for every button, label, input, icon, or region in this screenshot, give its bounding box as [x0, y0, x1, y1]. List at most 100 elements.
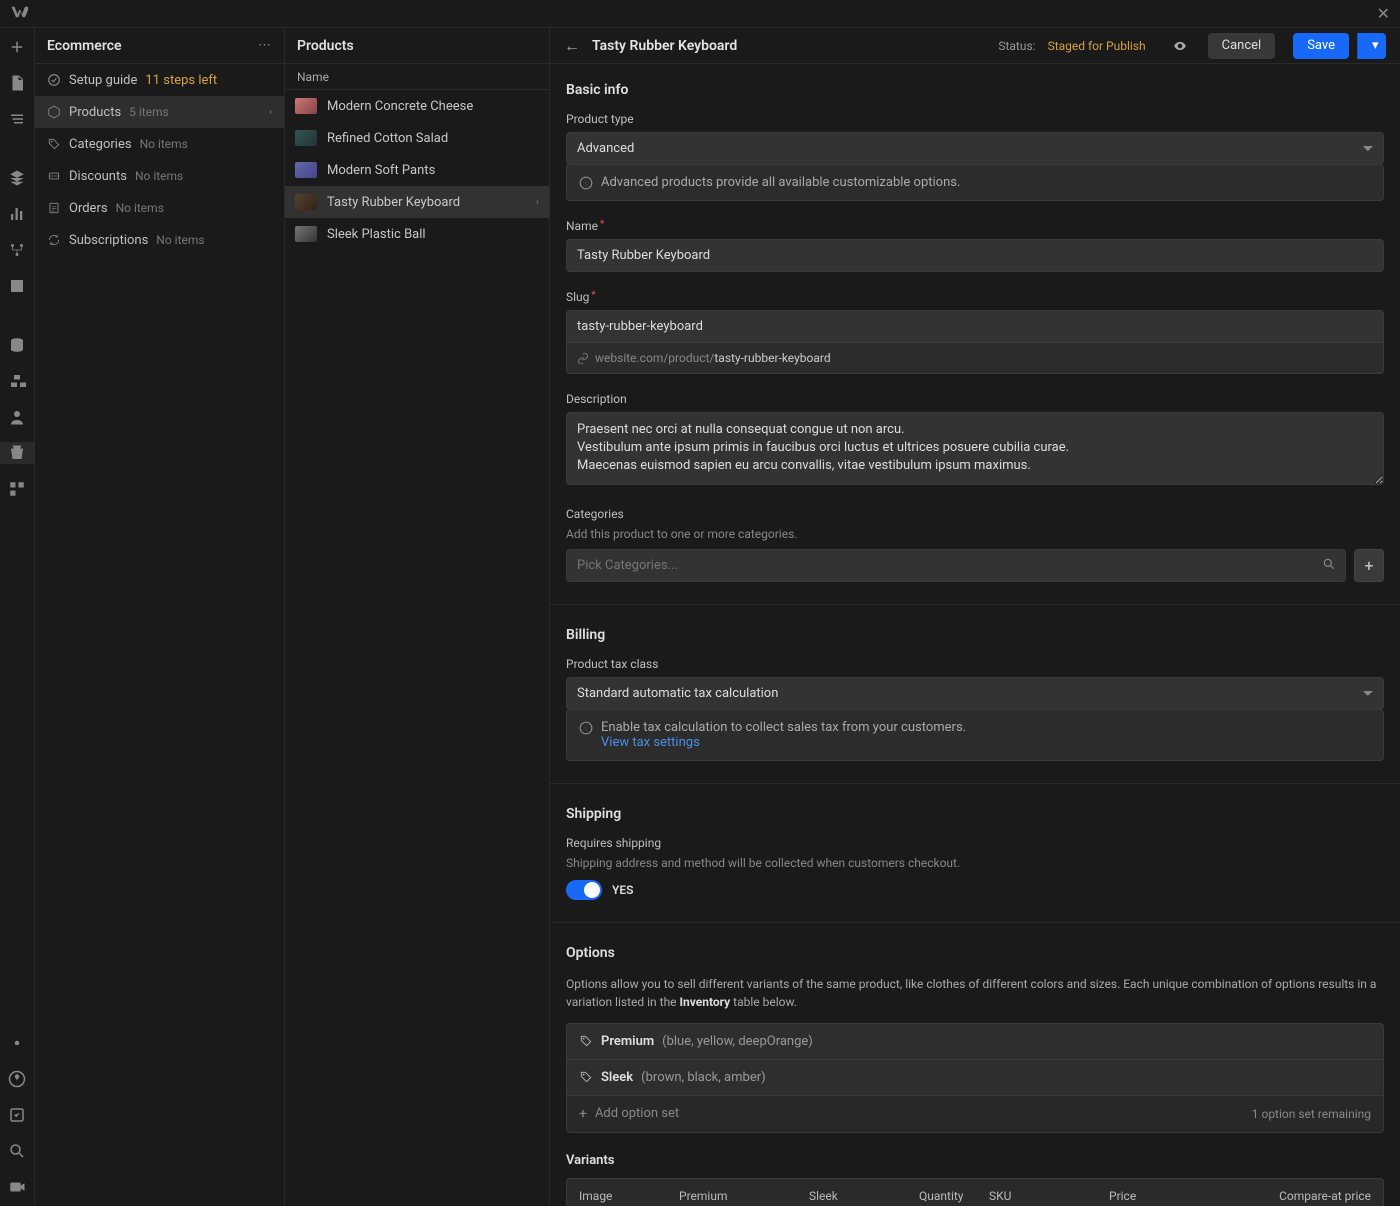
toggle-state-label: YES — [612, 883, 633, 897]
sidebar-title: Ecommerce — [47, 38, 122, 54]
product-type-info: Advanced products provide all available … — [566, 164, 1384, 201]
section-options: Options — [566, 945, 1384, 961]
sidebar-item-categories[interactable]: Categories No items — [35, 128, 284, 160]
product-type-select[interactable]: Advanced — [566, 132, 1384, 165]
visibility-icon[interactable] — [1172, 39, 1188, 53]
sidebar-item-setup-guide[interactable]: Setup guide 11 steps left — [35, 64, 284, 96]
product-item[interactable]: Modern Soft Pants — [285, 154, 549, 186]
categories-label: Categories — [566, 507, 1384, 521]
variants-header-price: Price — [1109, 1189, 1231, 1203]
rail-add-icon[interactable] — [0, 36, 34, 58]
sidebar-item-subscriptions[interactable]: Subscriptions No items — [35, 224, 284, 256]
variants-header-compare: Compare-at price — [1231, 1189, 1371, 1203]
slug-input[interactable] — [566, 310, 1384, 343]
product-detail-panel: ← Tasty Rubber Keyboard Status: Staged f… — [550, 28, 1400, 1206]
plus-icon: + — [579, 1106, 587, 1122]
back-arrow-icon[interactable]: ← — [564, 36, 580, 56]
rail-video-icon[interactable] — [0, 1176, 34, 1198]
categories-hint: Add this product to one or more categori… — [566, 527, 1384, 541]
add-option-set-button[interactable]: + Add option set 1 option set remaining — [566, 1096, 1384, 1133]
rail-help-icon[interactable] — [0, 1068, 34, 1090]
rail-components-icon[interactable] — [0, 370, 34, 392]
sidebar-item-orders[interactable]: Orders No items — [35, 192, 284, 224]
option-set-values: (blue, yellow, deepOrange) — [662, 1034, 813, 1049]
rail-cms-icon[interactable] — [0, 167, 34, 189]
nav-rail — [0, 28, 35, 1206]
section-shipping: Shipping — [566, 806, 1384, 822]
products-title: Products — [285, 28, 549, 64]
tax-class-select[interactable]: Standard automatic tax calculation — [566, 677, 1384, 710]
detail-title: Tasty Rubber Keyboard — [592, 38, 986, 54]
variants-header-row: Image Premium Sleek Quantity SKU Price C… — [566, 1178, 1384, 1206]
rail-settings-icon[interactable] — [0, 1032, 34, 1054]
close-icon[interactable]: ✕ — [1377, 4, 1390, 23]
sidebar-item-discounts[interactable]: Discounts No items — [35, 160, 284, 192]
section-variants: Variants — [566, 1153, 1384, 1168]
sidebar-item-count: No items — [116, 201, 164, 215]
description-textarea[interactable] — [566, 412, 1384, 485]
tax-class-label: Product tax class — [566, 657, 1384, 671]
rail-analytics-icon[interactable] — [0, 203, 34, 225]
requires-shipping-label: Requires shipping — [566, 836, 1384, 850]
product-thumb — [295, 194, 317, 210]
sidebar-item-products[interactable]: Products 5 items › — [35, 96, 284, 128]
sidebar-item-suffix: 11 steps left — [145, 73, 217, 88]
webflow-logo-icon[interactable] — [10, 3, 28, 25]
rail-users-icon[interactable] — [0, 406, 34, 428]
add-category-button[interactable]: + — [1354, 549, 1384, 582]
option-set-name: Sleek — [601, 1070, 633, 1085]
sidebar-item-count: No items — [135, 169, 183, 183]
view-tax-settings-link[interactable]: View tax settings — [601, 735, 700, 750]
product-thumb — [295, 226, 317, 242]
sidebar-item-count: No items — [156, 233, 204, 247]
tag-icon — [579, 1034, 593, 1048]
option-set-values: (brown, black, amber) — [641, 1070, 765, 1085]
rail-search-icon[interactable] — [0, 1140, 34, 1162]
chevron-right-icon: › — [536, 197, 539, 208]
save-dropdown-button[interactable]: ▾ — [1357, 33, 1386, 59]
search-icon — [1322, 557, 1336, 571]
product-thumb — [295, 98, 317, 114]
rail-apps-icon[interactable] — [0, 478, 34, 500]
product-item[interactable]: Modern Concrete Cheese — [285, 90, 549, 122]
product-thumb — [295, 130, 317, 146]
requires-shipping-toggle[interactable] — [566, 880, 602, 900]
products-column: Products Name Modern Concrete Cheese Ref… — [285, 28, 550, 1206]
product-thumb — [295, 162, 317, 178]
save-button[interactable]: Save — [1293, 33, 1349, 59]
products-column-header: Name — [285, 64, 549, 90]
sidebar-item-label: Subscriptions — [69, 233, 148, 248]
sidebar-item-count: No items — [140, 137, 188, 151]
status-value[interactable]: Staged for Publish — [1048, 39, 1146, 53]
rail-navigator-icon[interactable] — [0, 108, 34, 130]
status-label: Status: — [998, 39, 1035, 53]
rail-pages-icon[interactable] — [0, 72, 34, 94]
rail-assets-icon[interactable] — [0, 275, 34, 297]
variants-header-image: Image — [579, 1189, 679, 1203]
rail-ecommerce-icon[interactable] — [0, 442, 34, 464]
rail-audit-icon[interactable] — [0, 1104, 34, 1126]
product-item[interactable]: Refined Cotton Salad — [285, 122, 549, 154]
option-set-row[interactable]: Premium (blue, yellow, deepOrange) — [566, 1023, 1384, 1060]
product-item-label: Sleek Plastic Ball — [327, 227, 426, 242]
cancel-button[interactable]: Cancel — [1208, 33, 1276, 59]
options-description: Options allow you to sell different vari… — [566, 975, 1384, 1011]
section-billing: Billing — [566, 627, 1384, 643]
requires-shipping-hint: Shipping address and method will be coll… — [566, 856, 1384, 870]
sidebar-item-label: Categories — [69, 137, 132, 152]
sidebar-item-label: Orders — [69, 201, 108, 216]
rail-logic-icon[interactable] — [0, 239, 34, 261]
rail-database-icon[interactable] — [0, 334, 34, 356]
name-input[interactable] — [566, 239, 1384, 272]
ecommerce-sidebar: Ecommerce ⋯ Setup guide 11 steps left Pr… — [35, 28, 285, 1206]
option-set-row[interactable]: Sleek (brown, black, amber) — [566, 1060, 1384, 1096]
product-item[interactable]: Tasty Rubber Keyboard › — [285, 186, 549, 218]
variants-header-sleek: Sleek — [809, 1189, 919, 1203]
sidebar-item-count: 5 items — [129, 105, 169, 119]
categories-input[interactable] — [566, 549, 1346, 582]
section-basic-info: Basic info — [566, 82, 1384, 98]
product-item-label: Modern Soft Pants — [327, 163, 435, 178]
sidebar-more-icon[interactable]: ⋯ — [258, 38, 272, 53]
product-item[interactable]: Sleek Plastic Ball — [285, 218, 549, 250]
product-item-label: Refined Cotton Salad — [327, 131, 448, 146]
